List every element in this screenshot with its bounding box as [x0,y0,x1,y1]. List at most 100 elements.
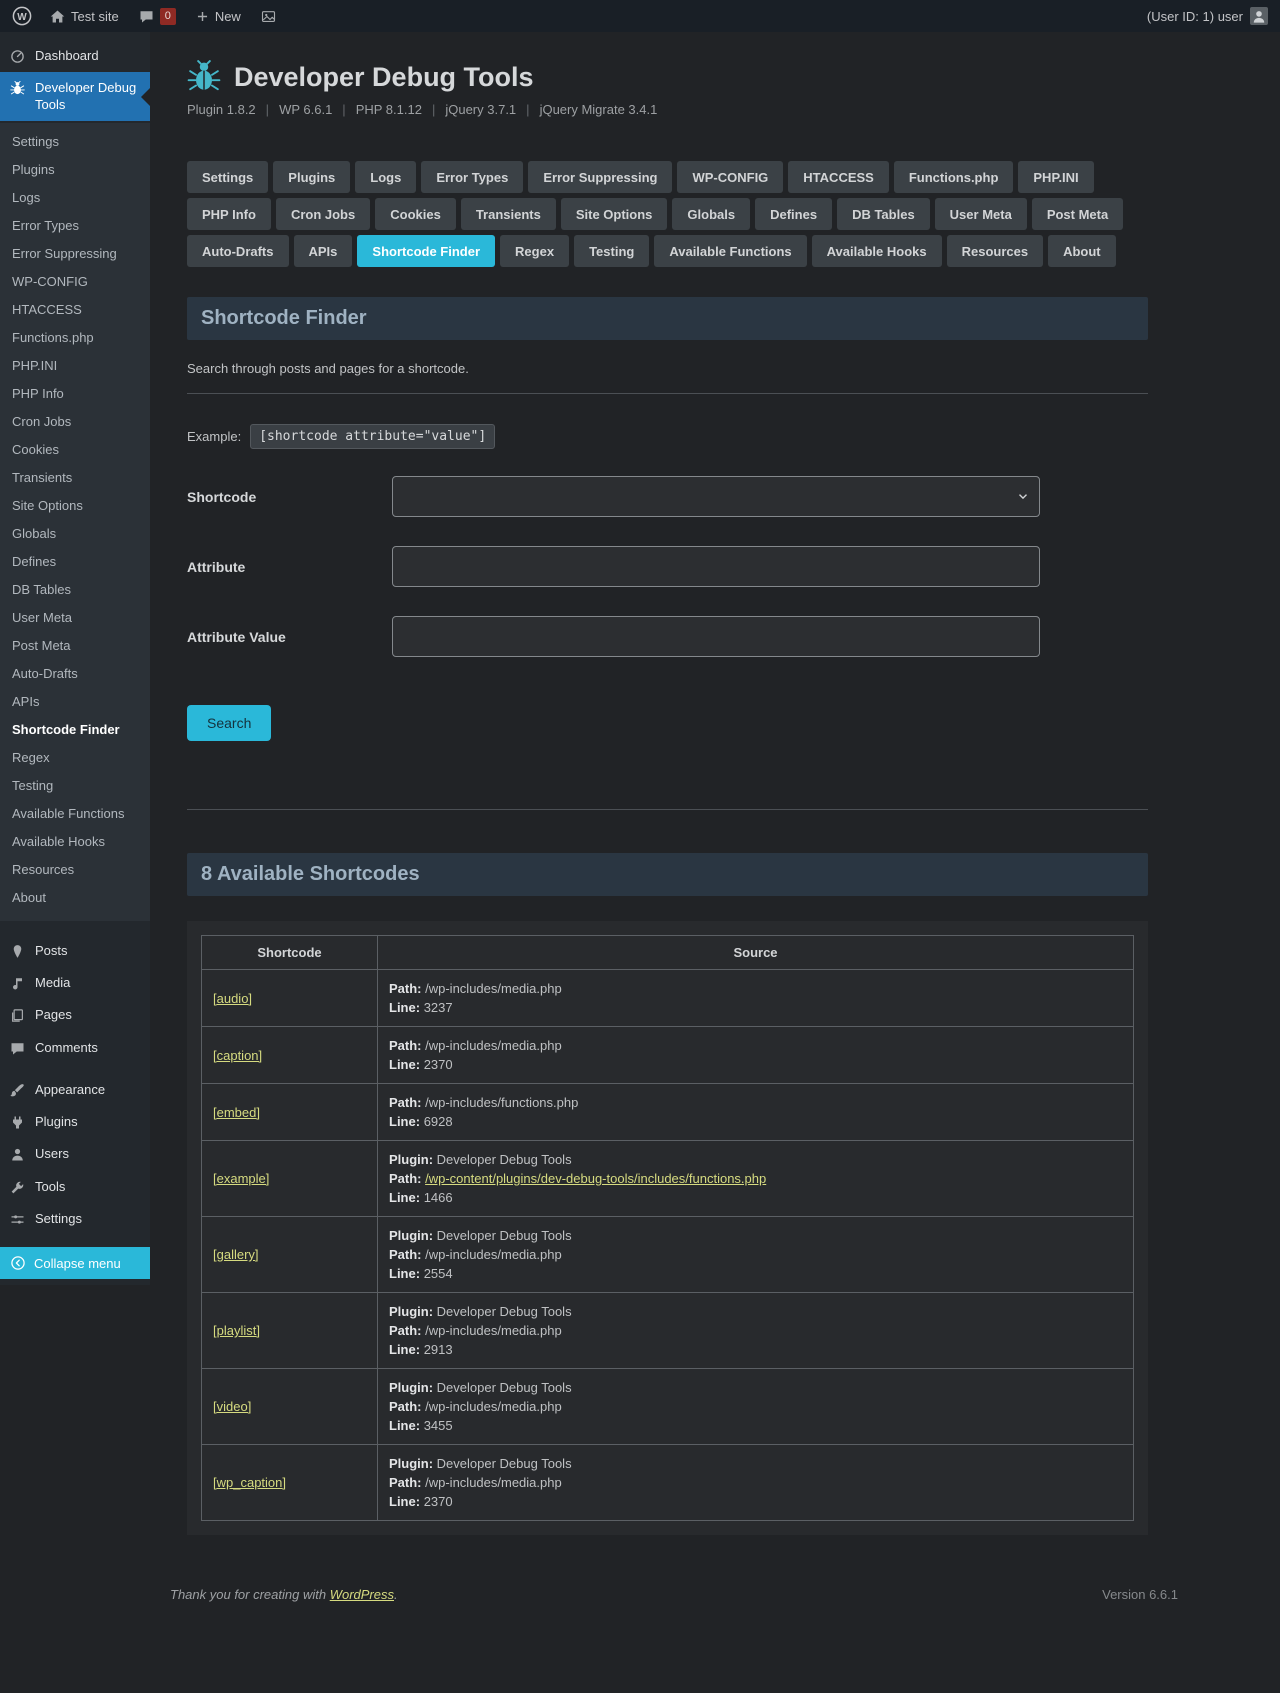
sidebar-item-available-functions[interactable]: Available Functions [0,800,150,828]
sidebar-item-developer-debug-tools[interactable]: Developer Debug Tools [0,72,150,121]
tab-apis[interactable]: APIs [294,235,353,267]
sidebar-item-plugins[interactable]: Plugins [0,156,150,184]
sidebar-item-wp-config[interactable]: WP-CONFIG [0,268,150,296]
sidebar-item-user-meta[interactable]: User Meta [0,604,150,632]
source-line: 2370 [424,1057,453,1072]
sidebar-item-defines[interactable]: Defines [0,548,150,576]
sidebar-item-media[interactable]: Media [0,967,150,999]
sidebar-item-cron-jobs[interactable]: Cron Jobs [0,408,150,436]
sidebar-item-php-ini[interactable]: PHP.INI [0,352,150,380]
sidebar-item-comments[interactable]: Comments [0,1032,150,1064]
tab-functions-php[interactable]: Functions.php [894,161,1014,193]
new-content-button[interactable]: New [186,0,251,32]
comments-shortcut[interactable]: 0 [129,0,186,32]
tab-logs[interactable]: Logs [355,161,416,193]
tab-php-ini[interactable]: PHP.INI [1018,161,1093,193]
sidebar-item-users[interactable]: Users [0,1138,150,1170]
example-label: Example: [187,429,241,444]
tab-regex[interactable]: Regex [500,235,569,267]
sidebar-item-transients[interactable]: Transients [0,464,150,492]
shortcode-link[interactable]: [audio] [213,991,252,1006]
tab-transients[interactable]: Transients [461,198,556,230]
attribute-label: Attribute [187,559,392,575]
tab-cron-jobs[interactable]: Cron Jobs [276,198,370,230]
site-name-link[interactable]: Test site [40,0,129,32]
sidebar-item-apis[interactable]: APIs [0,688,150,716]
active-menu-arrow [141,88,150,106]
search-button[interactable]: Search [187,705,271,741]
sidebar-item-error-types[interactable]: Error Types [0,212,150,240]
wordpress-logo-icon[interactable]: W [0,0,40,32]
sidebar-item-globals[interactable]: Globals [0,520,150,548]
table-row: [playlist] Plugin: Developer Debug Tools… [202,1293,1134,1369]
shortcode-link[interactable]: [embed] [213,1105,260,1120]
media-shortcut[interactable] [251,0,286,32]
sidebar-item-resources[interactable]: Resources [0,856,150,884]
shortcode-link[interactable]: [gallery] [213,1247,259,1262]
collapse-menu-button[interactable]: Collapse menu [0,1247,150,1279]
tab-shortcode-finder[interactable]: Shortcode Finder [357,235,495,267]
sidebar-item-error-suppressing[interactable]: Error Suppressing [0,240,150,268]
sidebar-item-site-options[interactable]: Site Options [0,492,150,520]
sidebar-item-functions-php[interactable]: Functions.php [0,324,150,352]
user-label: (User ID: 1) user [1147,9,1243,24]
example-code: [shortcode attribute="value"] [250,424,495,449]
sidebar-item-settings-core[interactable]: Settings [0,1203,150,1235]
tab-globals[interactable]: Globals [672,198,750,230]
tab-defines[interactable]: Defines [755,198,832,230]
sidebar-item-auto-drafts[interactable]: Auto-Drafts [0,660,150,688]
shortcode-link[interactable]: [example] [213,1171,269,1186]
section-title-shortcode-finder: Shortcode Finder [187,297,1148,340]
sidebar-item-db-tables[interactable]: DB Tables [0,576,150,604]
shortcode-link[interactable]: [caption] [213,1048,262,1063]
shortcode-select[interactable] [392,476,1040,517]
attribute-input[interactable] [392,546,1040,587]
tab-settings[interactable]: Settings [187,161,268,193]
source-path-link[interactable]: /wp-content/plugins/dev-debug-tools/incl… [425,1171,766,1186]
new-label: New [215,9,241,24]
sidebar-item-post-meta[interactable]: Post Meta [0,632,150,660]
tab-cookies[interactable]: Cookies [375,198,456,230]
comments-count-badge: 0 [160,8,176,25]
sidebar-item-plugins-core[interactable]: Plugins [0,1106,150,1138]
shortcode-link[interactable]: [video] [213,1399,251,1414]
tab-available-functions[interactable]: Available Functions [654,235,806,267]
tab-post-meta[interactable]: Post Meta [1032,198,1123,230]
main-area: Developer Debug Tools Plugin 1.8.2 | WP … [150,0,1280,1602]
sidebar-item-settings[interactable]: Settings [0,128,150,156]
sidebar-item-dashboard[interactable]: Dashboard [0,40,150,72]
sidebar-item-posts[interactable]: Posts [0,935,150,967]
tab-testing[interactable]: Testing [574,235,649,267]
tab-auto-drafts[interactable]: Auto-Drafts [187,235,289,267]
sidebar-item-php-info[interactable]: PHP Info [0,380,150,408]
sidebar-item-htaccess[interactable]: HTACCESS [0,296,150,324]
source-path: /wp-includes/media.php [425,1038,562,1053]
sidebar-item-cookies[interactable]: Cookies [0,436,150,464]
sidebar-item-testing[interactable]: Testing [0,772,150,800]
tab-user-meta[interactable]: User Meta [935,198,1027,230]
tab-resources[interactable]: Resources [947,235,1043,267]
tab-htaccess[interactable]: HTACCESS [788,161,889,193]
tab-error-types[interactable]: Error Types [421,161,523,193]
tab-error-suppressing[interactable]: Error Suppressing [528,161,672,193]
sidebar-item-regex[interactable]: Regex [0,744,150,772]
shortcode-link[interactable]: [wp_caption] [213,1475,286,1490]
tab-site-options[interactable]: Site Options [561,198,668,230]
sidebar-item-appearance[interactable]: Appearance [0,1074,150,1106]
tab-available-hooks[interactable]: Available Hooks [812,235,942,267]
tab-plugins[interactable]: Plugins [273,161,350,193]
tab-php-info[interactable]: PHP Info [187,198,271,230]
sidebar-item-pages[interactable]: Pages [0,999,150,1031]
wordpress-link[interactable]: WordPress [330,1587,394,1602]
sidebar-item-logs[interactable]: Logs [0,184,150,212]
account-menu[interactable]: (User ID: 1) user [1135,7,1280,25]
tab-wp-config[interactable]: WP-CONFIG [677,161,783,193]
attribute-value-input[interactable] [392,616,1040,657]
sidebar-item-about[interactable]: About [0,884,150,912]
shortcode-link[interactable]: [playlist] [213,1323,260,1338]
tab-db-tables[interactable]: DB Tables [837,198,930,230]
sidebar-item-tools[interactable]: Tools [0,1171,150,1203]
sidebar-item-shortcode-finder[interactable]: Shortcode Finder [0,716,150,744]
sidebar-item-available-hooks[interactable]: Available Hooks [0,828,150,856]
tab-about[interactable]: About [1048,235,1116,267]
